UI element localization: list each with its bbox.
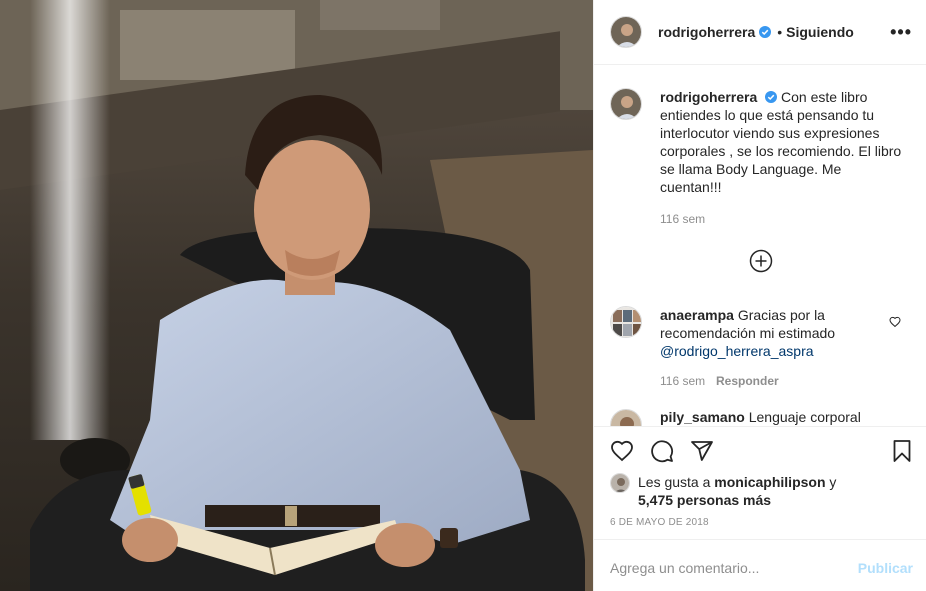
caption-username[interactable]: rodrigoherrera	[660, 89, 757, 105]
comment-like-heart-icon[interactable]	[889, 316, 901, 328]
comment-mention-link[interactable]: @rodrigo_herrera_aspra	[660, 343, 814, 359]
add-comment-bar: Agrega un comentario... Publicar	[594, 539, 926, 591]
following-button[interactable]: Siguiendo	[786, 24, 854, 40]
commenter-avatar[interactable]	[610, 306, 642, 338]
comment-item: pily_samano Lenguaje corporal	[610, 409, 861, 426]
author-username[interactable]: rodrigoherrera	[658, 24, 755, 40]
liker-username[interactable]: monicaphilipson	[714, 474, 825, 490]
commenter-username[interactable]: pily_samano	[660, 409, 745, 425]
commenter-avatar[interactable]	[610, 409, 642, 426]
commenter-username[interactable]: anaerampa	[660, 307, 734, 323]
likes-summary: Les gusta a monicaphilipson y 5,475 pers…	[610, 473, 848, 509]
comment-item: anaerampa Gracias por la recomendación m…	[610, 306, 910, 360]
caption-age[interactable]: 116 sem	[660, 212, 705, 226]
reply-button[interactable]: Responder	[716, 374, 779, 388]
comment-input[interactable]: Agrega un comentario...	[610, 560, 759, 576]
author-avatar[interactable]	[610, 16, 642, 48]
bookmark-icon[interactable]	[890, 439, 914, 463]
heart-icon[interactable]	[610, 439, 634, 463]
separator-dot: •	[777, 24, 783, 40]
comment-age[interactable]: 116 sem	[660, 374, 705, 388]
plus-circle-icon[interactable]	[749, 249, 773, 273]
verified-badge-icon	[765, 91, 778, 103]
post-caption: rodrigoherrera Con este libro entiendes …	[610, 88, 910, 196]
post-photo[interactable]	[0, 0, 593, 591]
post-header: rodrigoherrera • Siguiendo •••	[594, 0, 926, 65]
likes-count[interactable]: 5,475 personas más	[638, 492, 771, 508]
paper-plane-icon[interactable]	[690, 439, 714, 463]
more-options-icon[interactable]: •••	[890, 22, 912, 43]
comment-bubble-icon[interactable]	[650, 439, 674, 463]
likes-connector: y	[829, 474, 837, 490]
post-sidebar: rodrigoherrera • Siguiendo ••• rodrigohe…	[593, 0, 926, 591]
verified-badge-icon	[759, 26, 772, 38]
photo-illustration	[0, 0, 593, 591]
post-date[interactable]: 6 DE MAYO DE 2018	[610, 517, 709, 528]
likes-prefix: Les gusta a	[638, 474, 711, 490]
comments-list[interactable]: rodrigoherrera Con este libro entiendes …	[594, 66, 926, 426]
publish-button[interactable]: Publicar	[858, 560, 913, 576]
post-actions: Les gusta a monicaphilipson y 5,475 pers…	[594, 426, 926, 539]
liker-avatar[interactable]	[610, 473, 630, 493]
caption-avatar[interactable]	[610, 88, 642, 120]
comment-text: Lenguaje corporal	[748, 409, 861, 425]
